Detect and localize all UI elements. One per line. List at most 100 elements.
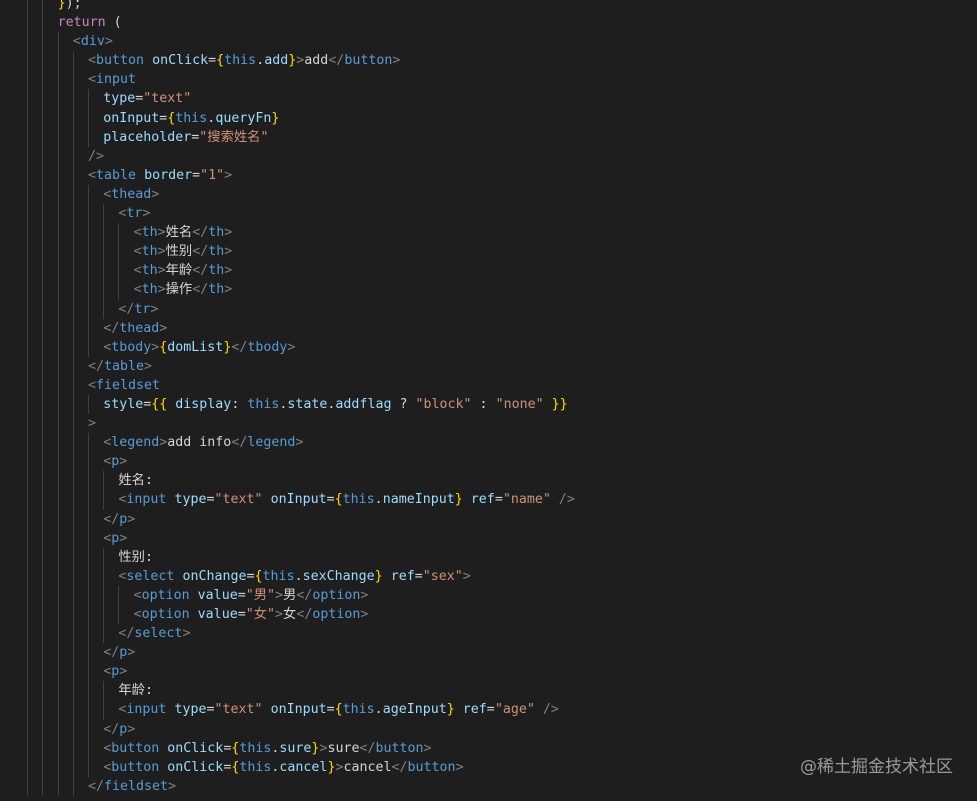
watermark: @稀土掘金技术社区 bbox=[800, 757, 953, 777]
code-line[interactable]: <input bbox=[0, 70, 977, 90]
code-line[interactable]: <tr> bbox=[0, 204, 977, 224]
code-token: = bbox=[246, 568, 255, 584]
code-token: "女" bbox=[245, 607, 276, 622]
code-token: < bbox=[103, 339, 112, 355]
code-token: { bbox=[334, 702, 343, 718]
code-line[interactable]: style={{ display: this.state.addflag ? "… bbox=[0, 394, 977, 415]
code-text: </table> bbox=[88, 357, 152, 376]
code-token: sure bbox=[279, 740, 312, 756]
indent-guide bbox=[27, 184, 29, 205]
code-line[interactable]: </tr> bbox=[0, 299, 977, 319]
code-token: > bbox=[157, 225, 166, 241]
code-text: </p> bbox=[103, 720, 135, 739]
code-token: > bbox=[275, 587, 284, 603]
code-token: add bbox=[304, 53, 329, 69]
indent-guide bbox=[57, 624, 59, 644]
indent-guide bbox=[88, 528, 89, 548]
indent-guide bbox=[57, 566, 59, 586]
indent-guide bbox=[103, 223, 105, 243]
code-line[interactable]: <option value="男">男</option> bbox=[0, 585, 977, 605]
code-line[interactable]: <select onChange={this.sexChange} ref="s… bbox=[0, 566, 977, 586]
code-token: < bbox=[133, 607, 142, 622]
code-token: th bbox=[141, 244, 158, 260]
code-line[interactable]: onInput={this.queryFn} bbox=[0, 108, 977, 128]
code-line[interactable]: 年龄: bbox=[0, 681, 977, 701]
code-line[interactable]: /> bbox=[0, 146, 977, 166]
code-line[interactable]: </p> bbox=[0, 719, 977, 739]
indent-guide bbox=[27, 776, 29, 796]
indent-guide bbox=[57, 433, 59, 453]
code-token: : bbox=[471, 396, 496, 412]
code-line[interactable]: 姓名: bbox=[0, 471, 977, 491]
code-line[interactable]: <tbody>{domList}</tbody> bbox=[0, 337, 977, 357]
code-line[interactable]: return ( bbox=[0, 13, 977, 33]
code-line[interactable]: <button onClick={this.add}>add</button> bbox=[0, 51, 977, 71]
code-line[interactable]: </table> bbox=[0, 356, 977, 376]
indent-guide bbox=[72, 204, 74, 224]
code-line[interactable]: <table border="1"> bbox=[0, 165, 977, 185]
code-text: }); bbox=[58, 0, 82, 13]
code-token: < bbox=[133, 282, 142, 298]
code-line[interactable]: <th>性别</th> bbox=[0, 242, 977, 262]
code-line[interactable]: <th>操作</th> bbox=[0, 280, 977, 300]
indent-guide bbox=[42, 662, 44, 682]
indent-guide bbox=[72, 89, 74, 109]
code-line[interactable]: </select> bbox=[0, 624, 977, 644]
code-token: 操作 bbox=[165, 282, 193, 298]
code-text: <tbody>{domList}</tbody> bbox=[103, 338, 295, 357]
indent-guide bbox=[42, 394, 44, 415]
indent-guide bbox=[57, 108, 59, 128]
code-line[interactable]: <p> bbox=[0, 662, 977, 682]
code-line[interactable]: type="text" bbox=[0, 89, 977, 109]
code-text: </p> bbox=[103, 510, 135, 529]
code-line[interactable]: <th>姓名</th> bbox=[0, 223, 977, 243]
code-token: } bbox=[454, 492, 463, 508]
indent-guide bbox=[42, 433, 44, 453]
code-text: <input bbox=[88, 70, 136, 89]
code-text: 姓名: bbox=[118, 471, 153, 490]
indent-guide bbox=[88, 738, 89, 758]
code-token: > bbox=[224, 282, 233, 298]
code-line[interactable]: <div> bbox=[0, 32, 977, 52]
code-token: </ bbox=[192, 282, 209, 298]
code-line[interactable]: <th>年龄</th> bbox=[0, 261, 977, 281]
code-token: tr bbox=[134, 301, 151, 317]
indent-guide bbox=[57, 223, 59, 243]
code-line[interactable]: </fieldset> bbox=[0, 776, 977, 796]
indent-guide bbox=[27, 566, 29, 586]
indent-guide bbox=[27, 433, 29, 453]
code-line[interactable]: placeholder="搜索姓名" bbox=[0, 127, 977, 147]
indent-guide bbox=[72, 146, 74, 166]
code-token: type bbox=[174, 702, 207, 718]
code-token: > bbox=[360, 587, 369, 603]
code-line[interactable]: 性别: bbox=[0, 547, 977, 567]
code-line[interactable]: <thead> bbox=[0, 184, 977, 205]
code-line[interactable]: <option value="女">女</option> bbox=[0, 605, 977, 625]
indent-guide bbox=[27, 356, 29, 376]
code-line[interactable]: }); bbox=[0, 0, 977, 14]
code-line[interactable]: <fieldset bbox=[0, 375, 977, 395]
indent-guide bbox=[42, 452, 44, 472]
code-token: this bbox=[247, 396, 280, 412]
indent-guide bbox=[27, 738, 29, 758]
code-token: 性别 bbox=[165, 244, 193, 260]
code-lines[interactable]: }); return (<div> <button onClick={this.ad… bbox=[0, 0, 977, 796]
code-token: </ bbox=[231, 435, 248, 451]
code-editor[interactable]: }); return (<div> <button onClick={this.ad… bbox=[0, 0, 977, 801]
code-token: addflag bbox=[335, 396, 392, 412]
code-text: <button onClick={this.cancel}>cancel</bu… bbox=[103, 758, 463, 777]
code-line[interactable]: </p> bbox=[0, 643, 977, 663]
code-line[interactable]: <p> bbox=[0, 452, 977, 472]
code-line[interactable]: <input type="text" onInput={this.nameInp… bbox=[0, 490, 977, 510]
code-line[interactable]: <legend>add info</legend> bbox=[0, 433, 977, 453]
indent-guide bbox=[27, 318, 29, 338]
code-line[interactable]: </thead> bbox=[0, 318, 977, 338]
code-text: </p> bbox=[103, 643, 135, 662]
code-line[interactable]: <input type="text" onInput={this.ageInpu… bbox=[0, 700, 977, 720]
code-line[interactable]: </p> bbox=[0, 509, 977, 529]
code-line[interactable]: > bbox=[0, 414, 977, 434]
code-token: > bbox=[287, 339, 296, 355]
code-text: </fieldset> bbox=[88, 777, 176, 796]
code-line[interactable]: <p> bbox=[0, 528, 977, 548]
indent-guide bbox=[27, 127, 29, 147]
